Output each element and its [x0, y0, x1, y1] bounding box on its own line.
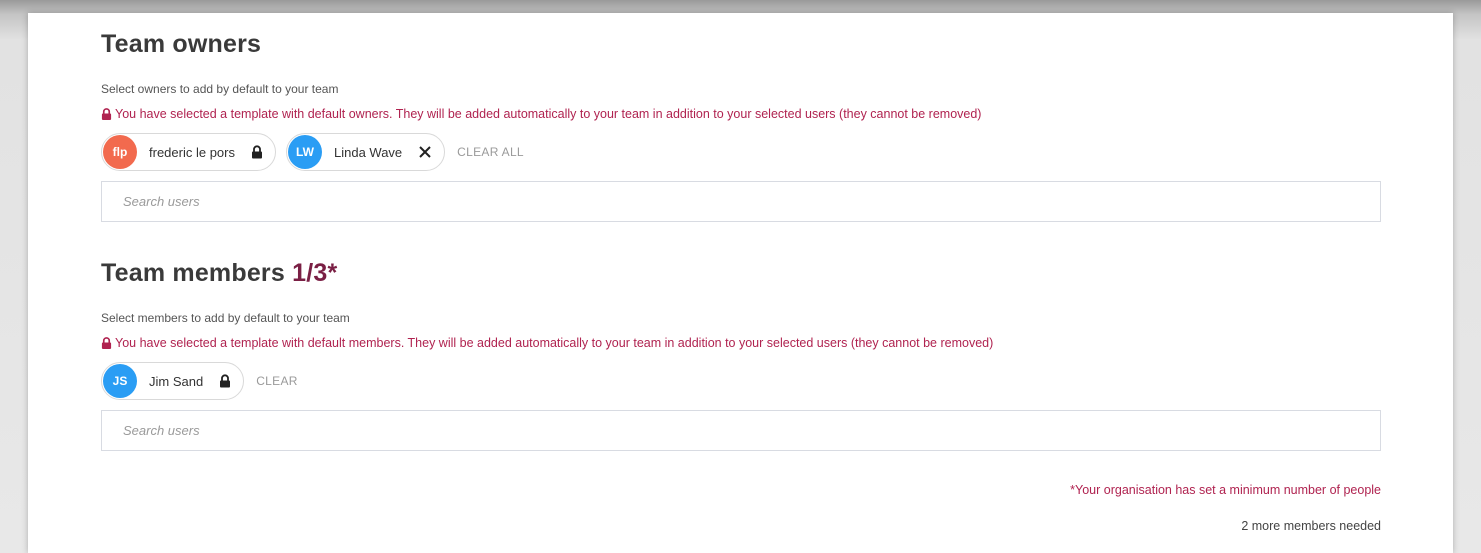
owners-warning-text: You have selected a template with defaul… [115, 107, 982, 121]
close-icon[interactable] [418, 145, 432, 159]
members-title-text: Team members [101, 259, 285, 287]
lock-icon [251, 145, 263, 159]
owner-chip-name: frederic le pors [149, 144, 235, 160]
owner-chip: flp frederic le pors [101, 133, 276, 171]
members-search-input[interactable] [101, 410, 1381, 451]
owners-chip-row: flp frederic le pors LW Linda Wave CLEAR… [101, 133, 524, 171]
lock-icon [219, 374, 231, 388]
members-chip-row: JS Jim Sand CLEAR [101, 362, 298, 400]
owners-title-text: Team owners [101, 30, 262, 58]
owners-hint: Select owners to add by default to your … [101, 82, 339, 96]
owners-warning: You have selected a template with defaul… [101, 107, 981, 121]
minimum-note: *Your organisation has set a minimum num… [1070, 483, 1381, 497]
lock-icon [101, 108, 112, 120]
avatar: LW [287, 135, 322, 169]
members-title: Team members 1/3* [101, 259, 337, 288]
avatar: JS [103, 364, 137, 398]
clear-all-owners-button[interactable]: CLEAR ALL [457, 145, 524, 159]
owners-search-input[interactable] [101, 181, 1381, 222]
members-count: 1/3* [292, 259, 338, 287]
members-warning: You have selected a template with defaul… [101, 336, 993, 350]
member-chip: JS Jim Sand [101, 362, 245, 400]
owners-title: Team owners [101, 30, 261, 59]
owner-chip: LW Linda Wave [285, 133, 446, 171]
avatar: flp [103, 135, 137, 169]
window-frame: Team owners Select owners to add by defa… [0, 0, 1481, 553]
members-needed-note: 2 more members needed [1241, 519, 1381, 533]
members-warning-text: You have selected a template with defaul… [115, 336, 994, 350]
member-chip-name: Jim Sand [149, 373, 204, 389]
lock-icon [101, 337, 112, 349]
template-card: Team owners Select owners to add by defa… [28, 13, 1453, 553]
clear-members-button[interactable]: CLEAR [256, 374, 298, 388]
owner-chip-name: Linda Wave [333, 144, 403, 160]
members-hint: Select members to add by default to your… [101, 311, 350, 325]
remove-owner-button[interactable] [418, 145, 432, 159]
